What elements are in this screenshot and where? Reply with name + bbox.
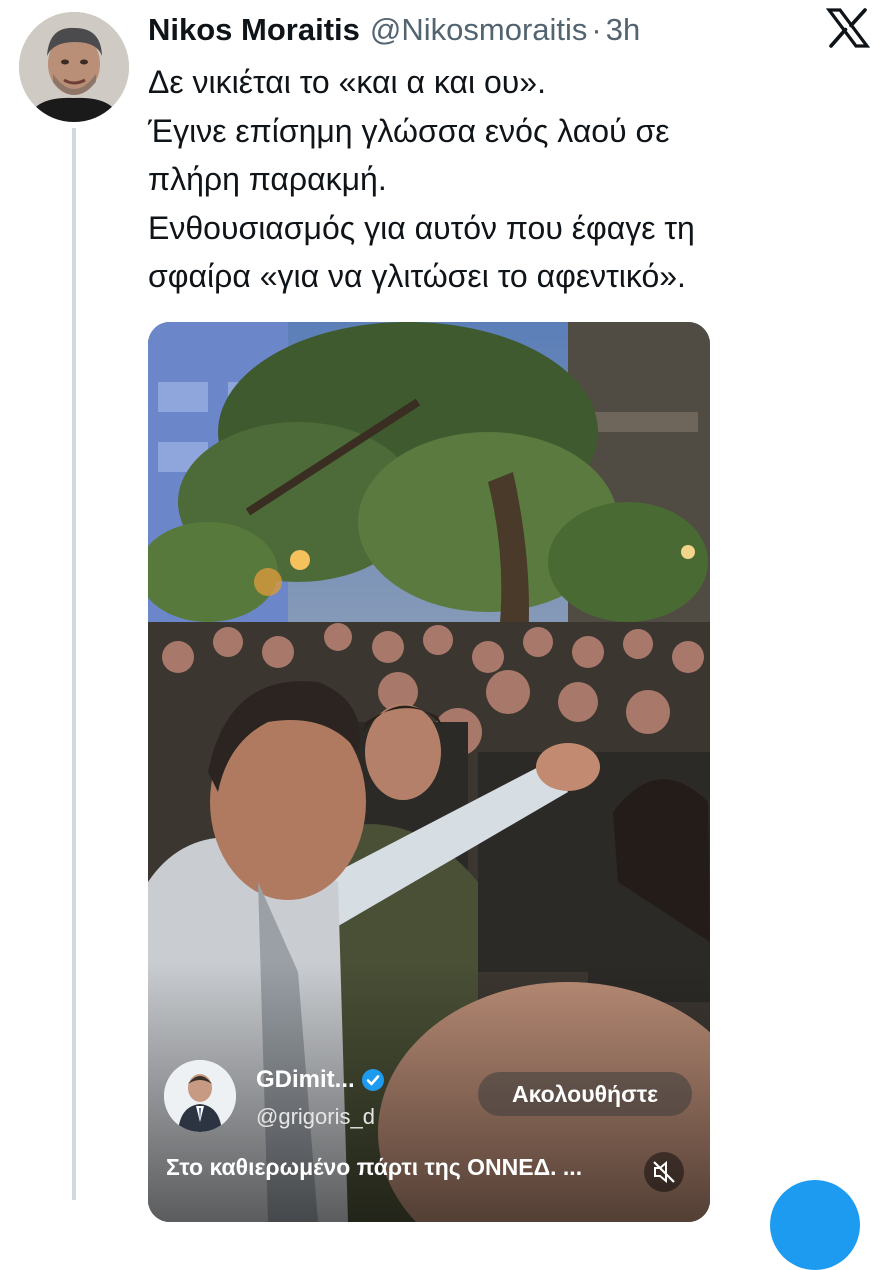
author-handle[interactable]: @Nikosmoraitis: [370, 10, 588, 50]
tweet-header: Nikos Moraitis @Nikosmoraitis · 3h: [148, 10, 640, 52]
follow-button[interactable]: Ακολουθήστε: [478, 1072, 692, 1116]
x-logo-icon[interactable]: [826, 8, 870, 48]
tweet-text-line: Έγινε επίσημη γλώσσα ενός λαού σε: [148, 112, 670, 149]
tweet-text-line: σφαίρα «για να γλιτώσει το αφεντικό».: [148, 258, 686, 294]
author-name[interactable]: Nikos Moraitis: [148, 10, 360, 50]
thread-line: [72, 128, 76, 1200]
separator-dot: ·: [591, 12, 602, 47]
embed-author[interactable]: GDimit...: [256, 1066, 385, 1094]
embed-author-name: GDimit...: [256, 1066, 355, 1093]
embed-avatar[interactable]: [164, 1060, 236, 1132]
tweet-text-line: πλήρη παρακμή.: [148, 161, 387, 197]
embed-author-handle[interactable]: @grigoris_d: [256, 1104, 375, 1130]
compose-button[interactable]: [770, 1180, 860, 1270]
verified-badge-icon: [361, 1069, 384, 1091]
video-player[interactable]: GDimit... @grigoris_d Ακολουθήστε Στο κα…: [148, 322, 710, 1222]
mute-button[interactable]: [644, 1152, 684, 1192]
tweet-text: Δε νικιέται το «και α και ου». Έγινε επί…: [148, 58, 848, 301]
tweet-text-line: Ενθουσιασμός για αυτόν που έφαγε τη: [148, 209, 695, 246]
tweet-time[interactable]: 3h: [606, 10, 640, 50]
embed-profile-photo: [164, 1060, 236, 1132]
author-avatar[interactable]: [19, 12, 129, 122]
video-caption: Στο καθιερωμένο πάρτι της ΟΝΝΕΔ. ...: [166, 1154, 583, 1180]
profile-photo: [19, 12, 129, 122]
tweet-text-line: Δε νικιέται το «και α και ου».: [148, 64, 546, 100]
muted-speaker-icon: [653, 1160, 675, 1184]
